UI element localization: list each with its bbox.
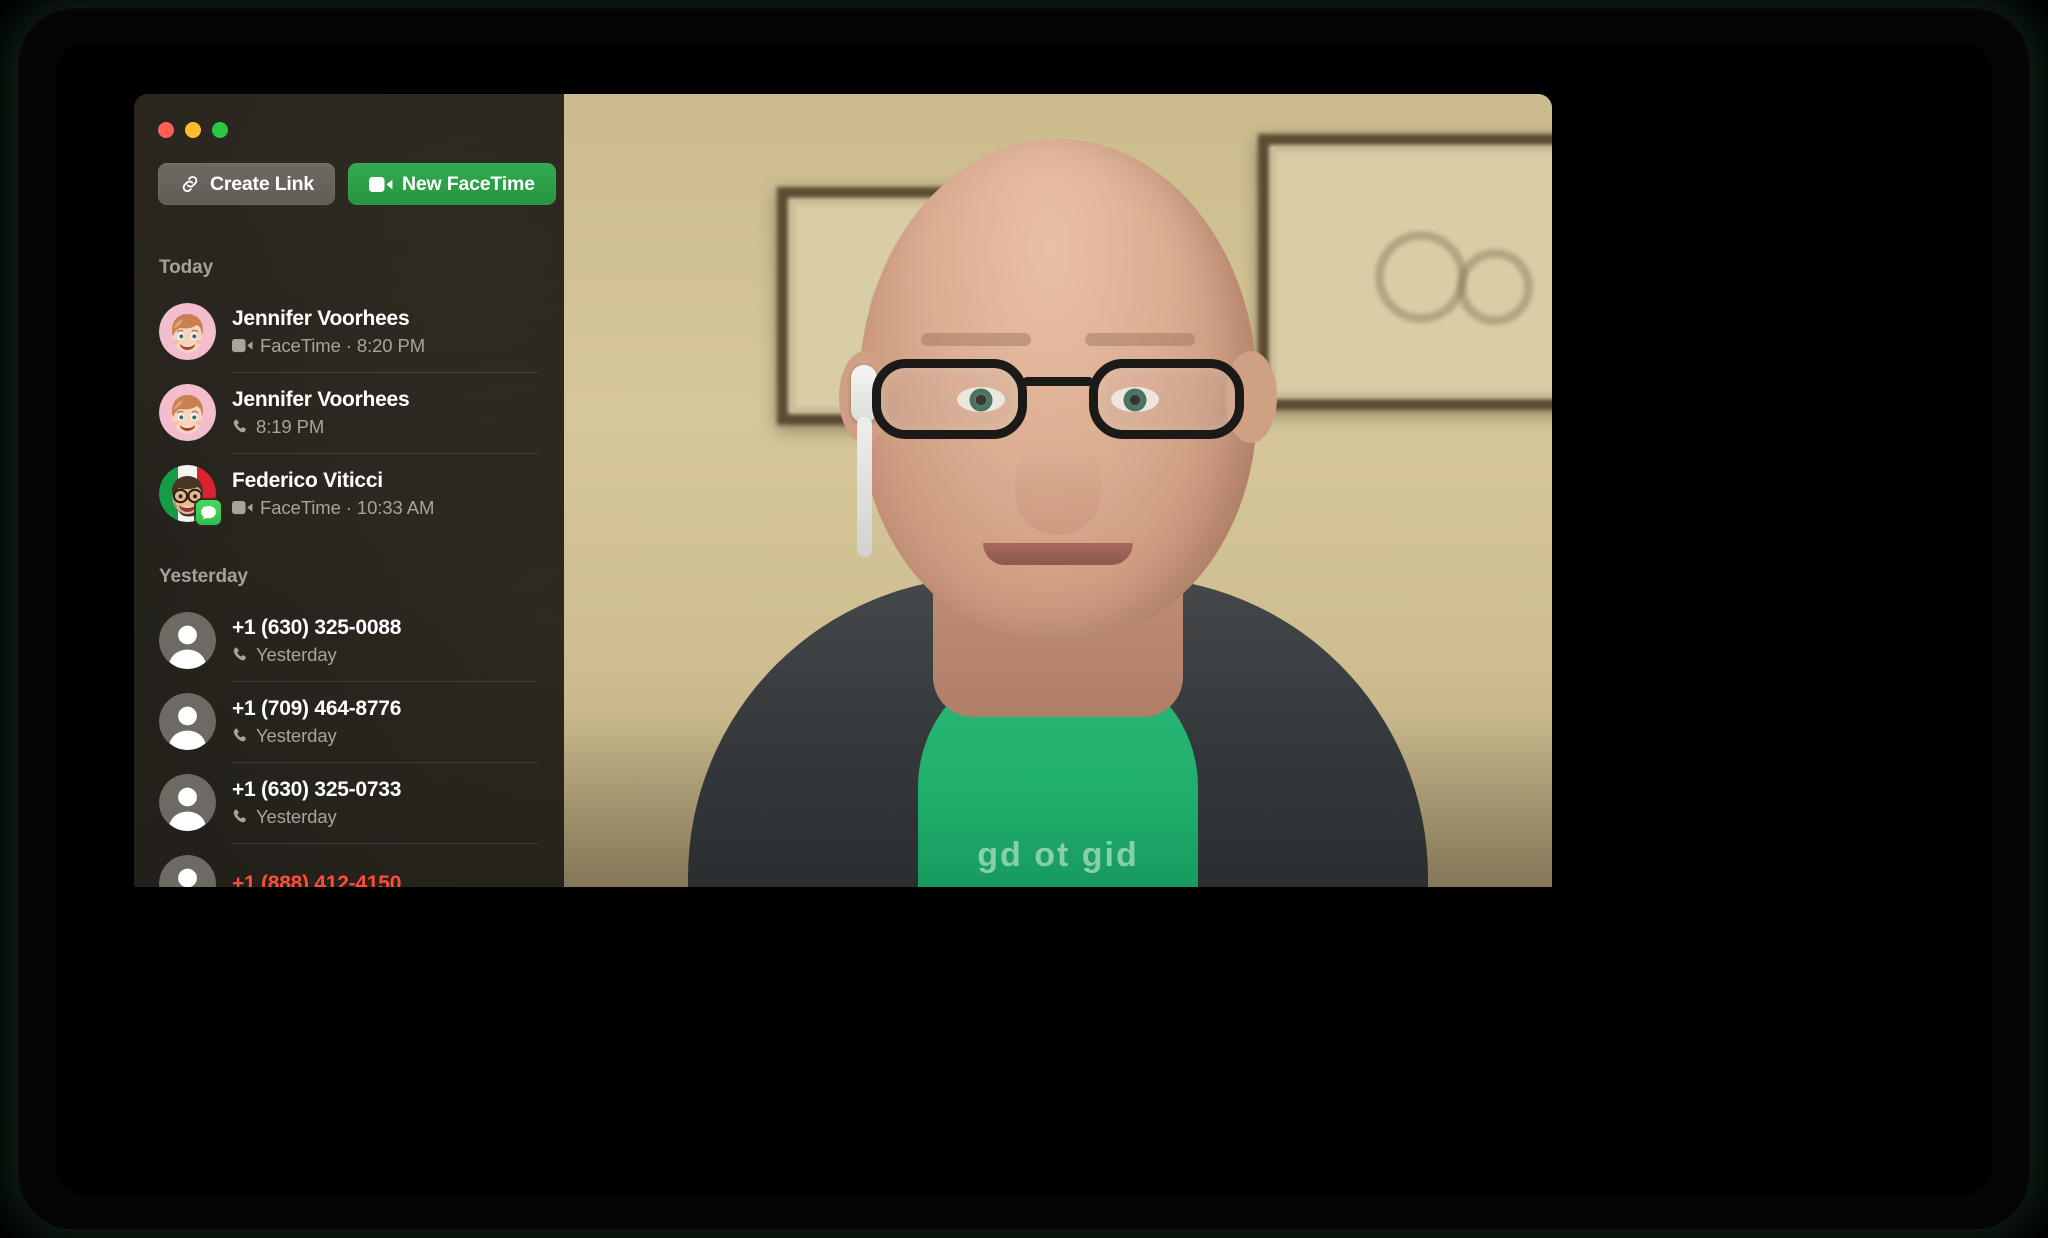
call-list-item[interactable]: Jennifer Voorhees 8:19 PM — [134, 372, 564, 453]
generic-contact-icon — [159, 774, 216, 831]
call-item-body: +1 (888) 412-4150 — [232, 843, 546, 887]
list-divider — [232, 681, 538, 682]
list-divider — [232, 843, 538, 844]
messages-badge-icon — [196, 500, 221, 525]
call-item-subtitle-text: Yesterday — [256, 643, 337, 665]
call-item-body: Jennifer Voorhees FaceTime · 8:20 PM — [232, 291, 546, 372]
phone-icon — [232, 418, 249, 435]
sidebar: Create Link New FaceTime Today Jennifer V… — [134, 94, 564, 887]
shirt-text: gd ot gid — [977, 836, 1139, 874]
call-item-subtitle-text: FaceTime · 10:33 AM — [260, 496, 435, 518]
generic-contact-icon — [159, 612, 216, 669]
head — [839, 139, 1277, 639]
call-item-title: +1 (630) 325-0088 — [232, 616, 402, 640]
list-divider — [232, 453, 538, 454]
call-item-body: +1 (630) 325-0088 Yesterday — [232, 600, 546, 681]
call-list-item[interactable]: Federico Viticci FaceTime · 10:33 AM — [134, 453, 564, 534]
call-item-subtitle: Yesterday — [232, 725, 546, 747]
call-item-subtitle-text: Yesterday — [256, 724, 337, 746]
video-camera-icon — [232, 500, 253, 515]
avatar — [159, 465, 221, 525]
zoom-button[interactable] — [212, 122, 228, 138]
call-item-body: +1 (630) 325-0733 Yesterday — [232, 762, 546, 843]
generic-contact-icon — [159, 855, 216, 887]
phone-icon — [232, 808, 249, 825]
call-item-subtitle-text: 8:19 PM — [256, 415, 325, 437]
call-list-item[interactable]: Jennifer Voorhees FaceTime · 8:20 PM — [134, 291, 564, 372]
list-divider — [232, 372, 538, 373]
call-item-subtitle: FaceTime · 10:33 AM — [232, 497, 546, 519]
nose — [1015, 439, 1101, 535]
call-item-body: Jennifer Voorhees 8:19 PM — [232, 372, 546, 453]
memoji-jennifer-icon — [159, 303, 216, 360]
avatar — [159, 612, 216, 669]
section-header: Today — [159, 257, 214, 278]
avatar — [159, 693, 216, 750]
call-item-title: Jennifer Voorhees — [232, 307, 410, 331]
call-list-item[interactable]: +1 (630) 325-0088 Yesterday — [134, 600, 564, 681]
create-link-button[interactable]: Create Link — [158, 163, 336, 205]
video-camera-icon — [232, 338, 253, 353]
create-link-label: Create Link — [210, 172, 315, 195]
call-list[interactable]: Today Jennifer Voorhees FaceTime · 8:20 PM… — [134, 225, 564, 887]
sidebar-toolbar: Create Link New FaceTime — [158, 163, 556, 205]
call-item-subtitle: Yesterday — [232, 644, 546, 666]
link-icon — [179, 173, 201, 195]
call-item-title: Jennifer Voorhees — [232, 388, 410, 412]
avatar — [159, 303, 216, 360]
video-camera-icon — [369, 176, 393, 193]
call-item-title: +1 (709) 464-8776 — [232, 697, 402, 721]
call-item-subtitle: FaceTime · 8:20 PM — [232, 335, 546, 357]
mouth — [983, 543, 1133, 565]
new-facetime-button[interactable]: New FaceTime — [348, 163, 556, 205]
call-item-subtitle-text: FaceTime · 8:20 PM — [260, 334, 426, 356]
section-header: Yesterday — [159, 566, 248, 587]
call-item-title: +1 (630) 325-0733 — [232, 778, 402, 802]
eyeglasses — [872, 351, 1244, 447]
phone-icon — [232, 727, 249, 744]
phone-icon — [232, 646, 249, 663]
traffic-lights — [158, 122, 228, 138]
generic-contact-icon — [159, 693, 216, 750]
call-item-body: Federico Viticci FaceTime · 10:33 AM — [232, 453, 546, 534]
device-frame: Create Link New FaceTime Today Jennifer V… — [18, 8, 2030, 1230]
call-item-title: Federico Viticci — [232, 469, 383, 493]
avatar — [159, 774, 216, 831]
minimize-button[interactable] — [185, 122, 201, 138]
close-button[interactable] — [158, 122, 174, 138]
call-list-item[interactable]: +1 (888) 412-4150 — [134, 843, 564, 887]
call-item-body: +1 (709) 464-8776 Yesterday — [232, 681, 546, 762]
person-on-camera: gd ot gid — [688, 94, 1428, 887]
airpod-stem — [857, 417, 872, 557]
device-bezel: Create Link New FaceTime Today Jennifer V… — [56, 42, 1992, 1196]
call-list-item[interactable]: +1 (630) 325-0733 Yesterday — [134, 762, 564, 843]
call-item-subtitle-text: Yesterday — [256, 805, 337, 827]
video-feed[interactable]: gd ot gid — [564, 94, 1552, 887]
avatar — [159, 384, 216, 441]
eyebrow-right — [1085, 333, 1195, 346]
call-list-item[interactable]: +1 (709) 464-8776 Yesterday — [134, 681, 564, 762]
memoji-jennifer-icon — [159, 384, 216, 441]
new-facetime-label: New FaceTime — [402, 172, 535, 195]
call-item-title: +1 (888) 412-4150 — [232, 871, 402, 887]
eyebrow-left — [921, 333, 1031, 346]
avatar — [159, 855, 216, 887]
call-item-subtitle: 8:19 PM — [232, 416, 546, 438]
facetime-window: Create Link New FaceTime Today Jennifer V… — [134, 94, 1552, 887]
list-divider — [232, 762, 538, 763]
call-item-subtitle: Yesterday — [232, 806, 546, 828]
